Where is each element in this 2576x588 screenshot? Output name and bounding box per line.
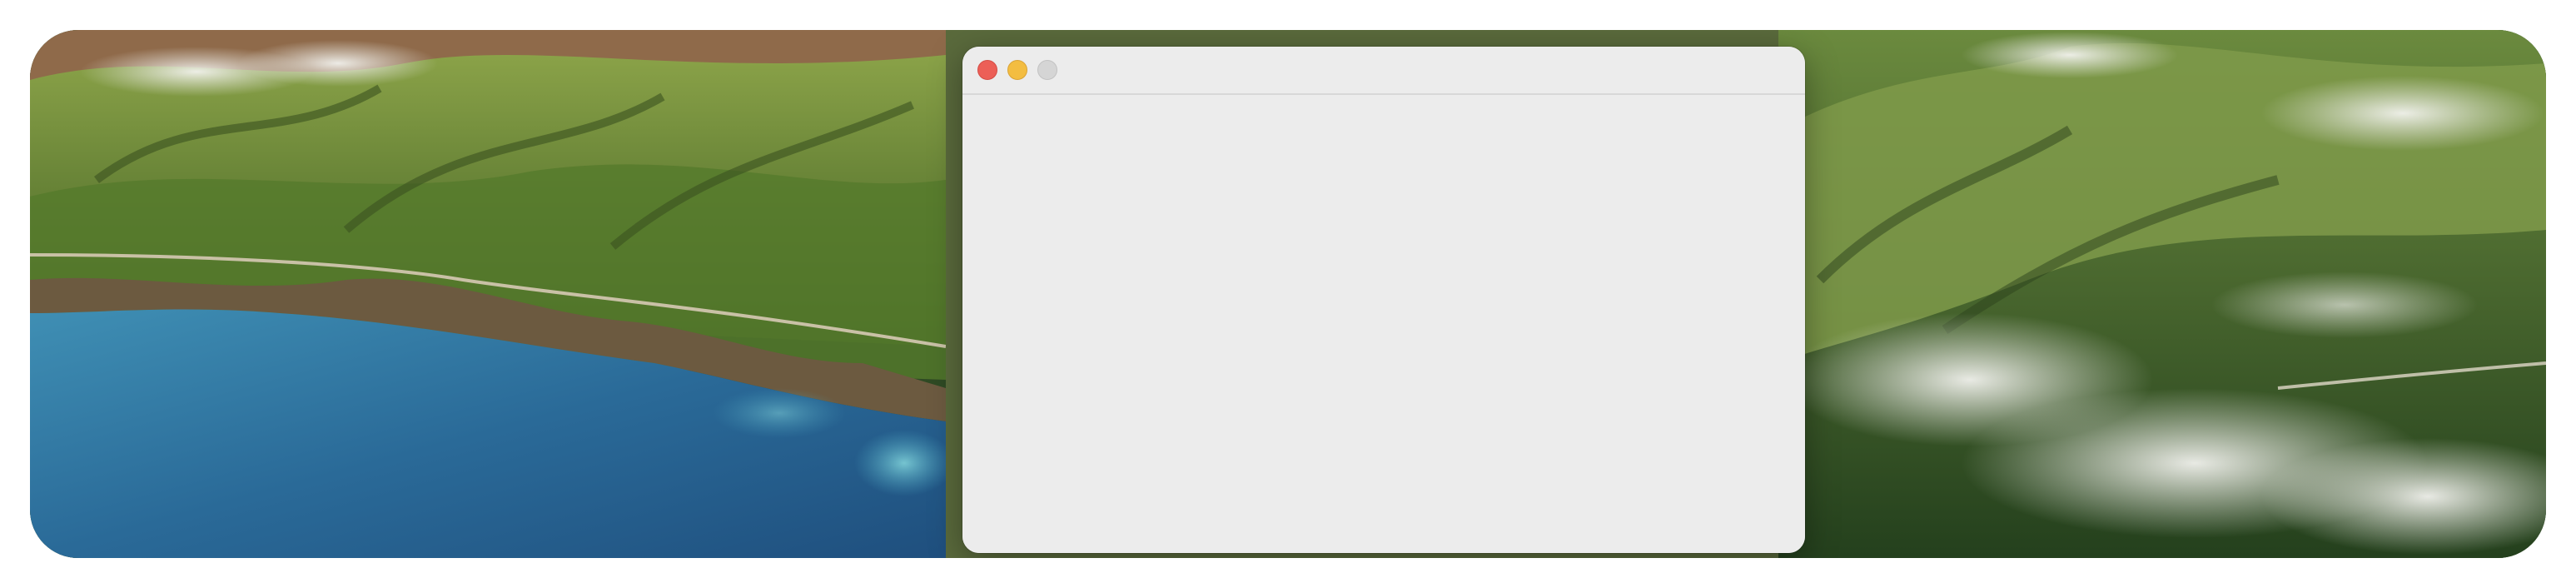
close-icon[interactable]	[977, 60, 997, 80]
window-titlebar[interactable]	[962, 47, 1805, 95]
app-window	[962, 47, 1805, 553]
desktop	[30, 30, 2546, 558]
window-content	[962, 95, 1805, 553]
minimize-icon[interactable]	[1007, 60, 1027, 80]
zoom-icon	[1037, 60, 1057, 80]
